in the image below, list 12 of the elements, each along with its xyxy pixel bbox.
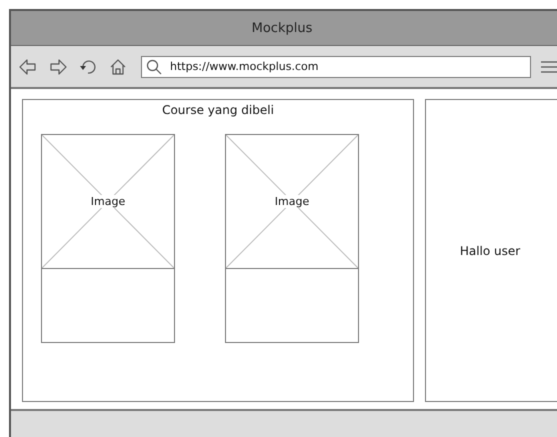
refresh-icon[interactable]: [79, 58, 97, 76]
address-field[interactable]: https://www.mockplus.com: [141, 56, 531, 78]
menu-icon[interactable]: [541, 60, 557, 74]
forward-icon[interactable]: [49, 58, 67, 76]
window-title: Mockplus: [252, 20, 312, 36]
back-icon[interactable]: [19, 58, 37, 76]
home-icon[interactable]: [109, 58, 127, 76]
image-label: Image: [274, 195, 310, 208]
search-icon: [146, 58, 162, 74]
image-label: Image: [90, 195, 126, 208]
panel-title: Course yang dibeli: [162, 103, 274, 117]
greeting-text: Hallo user: [460, 244, 520, 258]
